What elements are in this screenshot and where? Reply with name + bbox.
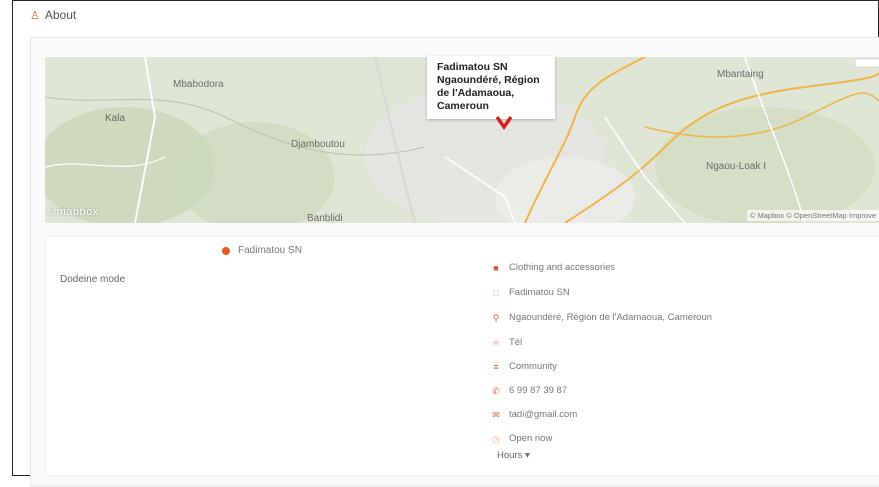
map-place-label: Djamboutou [291,139,345,150]
phone-icon: ✆ [492,385,500,396]
popup-address: Ngaoundéré, Région de l'Adamaoua, Camero… [437,74,540,112]
mapbox-logo[interactable]: ©mapbox [48,206,99,218]
detail-email[interactable]: ✉ tadi@gmail.com [491,409,577,420]
user-icon: □ [493,287,499,298]
detail-category: ■ Clothing and accessories [491,262,615,273]
info-panel [45,236,879,476]
map-attribution[interactable]: © Mapbox © OpenStreetMap Improve [746,210,879,221]
clock-icon: ◷ [492,433,500,444]
detail-text: Ngaoundéré, Région de l'Adamaoua, Camero… [509,312,713,323]
section-title: About [44,8,77,22]
map-place-label: Mbantaing [717,69,764,80]
email-icon: ✉ [492,409,500,420]
popup-business-name: Fadimatou SN [437,61,508,73]
map-popup: Fadimatou SN Ngaoundéré, Région de l'Ada… [427,56,555,119]
community-icon: ≡ [493,361,499,372]
business-name: Fadimatou SN [238,245,302,256]
detail-text: Community [509,361,558,372]
map-place-label: Banblidi [307,213,343,223]
business-name-row: Fadimatou SN [222,245,302,256]
share-icon: ✳ [492,337,500,348]
map-marker-icon[interactable] [496,116,512,130]
map-place-label: Kala [105,113,126,124]
category-label: Dodeine mode [60,274,126,285]
store-icon: ■ [493,262,499,273]
detail-text: Clothing and accessories [509,262,616,273]
detail-text: tadi@gmail.com [509,409,578,420]
map-place-label: Ngaou-Loak I [706,161,767,172]
detail-text: Tél [509,337,523,348]
detail-phone[interactable]: ✆ 6 99 87 39 87 [491,385,567,396]
user-icon: ♙ [30,9,40,22]
location-pin-icon: ⚲ [492,312,500,323]
detail-hours: ◷ Open now [491,433,552,444]
detail-website[interactable]: ✳ Tél [491,337,522,348]
left-gutter [0,0,13,476]
detail-community[interactable]: ≡ Community [491,361,557,372]
detail-text: Fadimatou SN [509,287,570,298]
detail-text: Open now [509,433,553,444]
map-place-label: Mbabodora [173,79,224,90]
status-dot-icon [222,246,230,255]
section-header: ♙ About [30,8,76,22]
detail-owner: □ Fadimatou SN [491,287,570,298]
detail-text: 6 99 87 39 87 [509,385,568,396]
hours-dropdown[interactable]: Hours ▾ [497,450,530,461]
detail-address[interactable]: ⚲ Ngaoundéré, Région de l'Adamaoua, Came… [491,312,712,323]
